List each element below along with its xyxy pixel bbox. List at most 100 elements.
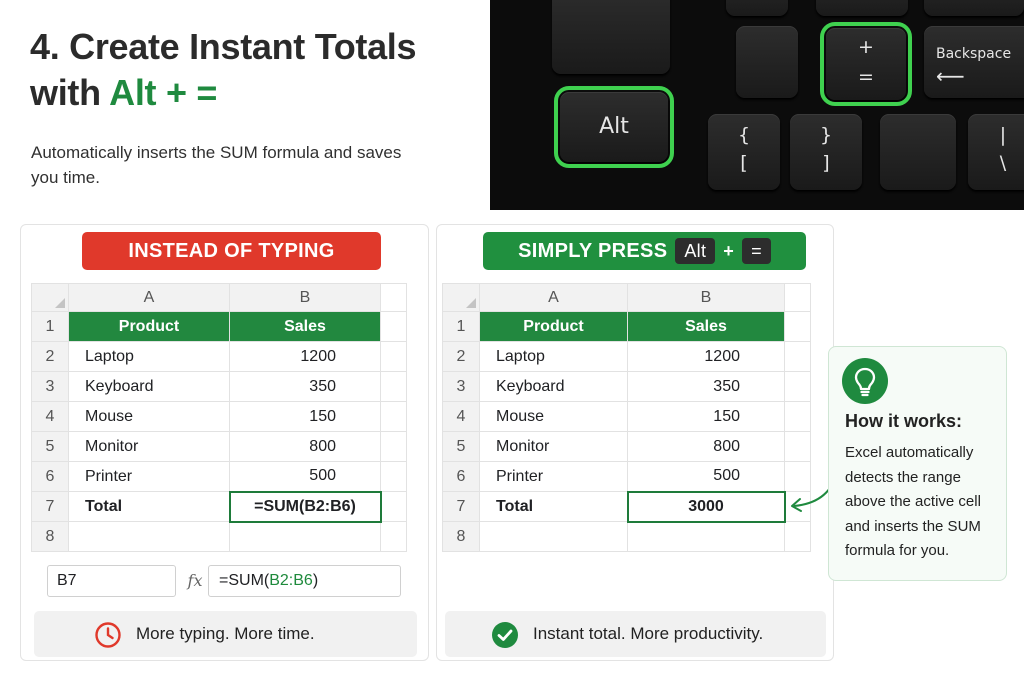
cell-empty[interactable] — [229, 521, 381, 552]
cell-sales[interactable]: 500 — [229, 461, 381, 492]
cell-product[interactable]: Printer — [479, 461, 628, 492]
brace-close-label: } — [819, 124, 833, 146]
cell-product[interactable]: Keyboard — [68, 371, 230, 402]
cell-product[interactable]: Monitor — [479, 431, 628, 462]
select-all-corner[interactable] — [442, 283, 480, 312]
row-header[interactable]: 5 — [31, 431, 69, 462]
cell-product[interactable]: Laptop — [68, 341, 230, 372]
cell-a1-product-header[interactable]: Product — [479, 311, 628, 342]
cell-product[interactable]: Mouse — [68, 401, 230, 432]
row-header[interactable]: 1 — [442, 311, 480, 342]
simply-press-text: SIMPLY PRESS — [518, 240, 668, 262]
cell-total-label[interactable]: Total — [479, 491, 628, 522]
cell-sales[interactable]: 1200 — [229, 341, 381, 372]
plus-key-label: + — [858, 36, 874, 58]
cell-sales[interactable]: 500 — [627, 461, 785, 492]
cell-tail — [380, 491, 407, 522]
row-header[interactable]: 8 — [442, 521, 480, 552]
row-header[interactable]: 4 — [31, 401, 69, 432]
cell-tail — [784, 431, 811, 462]
tip-body: Excel automatically detects the range ab… — [845, 444, 981, 559]
column-header-a[interactable]: A — [68, 283, 230, 312]
cell-tail — [784, 371, 811, 402]
page-title: 4. Create Instant Totals with Alt + = — [30, 24, 417, 116]
bracket-open-label: [ — [740, 152, 748, 174]
equals-key-chip: = — [742, 238, 771, 264]
cell-sales[interactable]: 800 — [627, 431, 785, 462]
column-header-extra — [784, 283, 811, 312]
cell-empty[interactable] — [68, 521, 230, 552]
cell-b1-sales-header[interactable]: Sales — [229, 311, 381, 342]
cell-sales[interactable]: 1200 — [627, 341, 785, 372]
cell-empty[interactable] — [627, 521, 785, 552]
cell-product[interactable]: Printer — [68, 461, 230, 492]
cell-product[interactable]: Laptop — [479, 341, 628, 372]
tip-title: How it works: — [845, 411, 963, 431]
row-header[interactable]: 5 — [442, 431, 480, 462]
title-prefix: with — [30, 72, 110, 113]
backspace-key: Backspace ⟵ — [924, 26, 1024, 98]
column-header-b[interactable]: B — [229, 283, 381, 312]
cell-b7-total-result[interactable]: 3000 — [626, 490, 786, 523]
keyboard-photo: Alt + = Backspace ⟵ { [ } ] | \ — [490, 0, 1024, 210]
title-line-2: with Alt + = — [30, 70, 416, 116]
formula-range: B2:B6 — [269, 572, 313, 589]
alt-key-chip: Alt — [675, 238, 716, 264]
pipe-label: | — [999, 124, 1007, 146]
cell-sales[interactable]: 800 — [229, 431, 381, 462]
title-shortcut: Alt + = — [109, 72, 218, 113]
row-header[interactable]: 2 — [442, 341, 480, 372]
select-all-corner[interactable] — [31, 283, 69, 312]
row-header[interactable]: 6 — [31, 461, 69, 492]
row-header[interactable]: 1 — [31, 311, 69, 342]
cell-sales[interactable]: 150 — [229, 401, 381, 432]
instead-of-typing-panel: INSTEAD OF TYPING A B 1 Product Sales 2 … — [20, 224, 429, 661]
row-header[interactable]: 3 — [31, 371, 69, 402]
check-circle-icon — [492, 622, 518, 648]
right-footer: Instant total. More productivity. — [445, 611, 826, 657]
key-top-row-1 — [726, 0, 788, 16]
right-footer-text: Instant total. More productivity. — [533, 624, 764, 643]
cell-tail — [380, 371, 407, 402]
cell-b7-formula[interactable]: =SUM(B2:B6) — [228, 490, 382, 523]
cell-product[interactable]: Keyboard — [479, 371, 628, 402]
how-it-works-card: How it works: Excel automatically detect… — [828, 346, 1007, 581]
cell-empty[interactable] — [479, 521, 628, 552]
row-header[interactable]: 7 — [31, 491, 69, 522]
cell-total-label[interactable]: Total — [68, 491, 230, 522]
name-box[interactable]: B7 — [47, 565, 176, 597]
lightbulb-icon — [842, 358, 888, 404]
row-header[interactable]: 4 — [442, 401, 480, 432]
cell-tail — [784, 521, 811, 552]
row-header[interactable]: 6 — [442, 461, 480, 492]
cell-tail — [380, 311, 407, 342]
cell-b1-sales-header[interactable]: Sales — [627, 311, 785, 342]
backslash-key: | \ — [968, 114, 1024, 190]
key-p — [880, 114, 956, 190]
column-header-b[interactable]: B — [627, 283, 785, 312]
formula-input[interactable]: =SUM(B2:B6) — [208, 565, 401, 597]
cell-sales[interactable]: 150 — [627, 401, 785, 432]
cell-product[interactable]: Mouse — [479, 401, 628, 432]
cell-sales[interactable]: 350 — [627, 371, 785, 402]
plus-sign: + — [723, 241, 735, 261]
cell-tail — [380, 461, 407, 492]
left-footer: More typing. More time. — [34, 611, 417, 657]
bracket-close-key: } ] — [790, 114, 862, 190]
row-header[interactable]: 7 — [442, 491, 480, 522]
row-header[interactable]: 2 — [31, 341, 69, 372]
instead-of-typing-banner: INSTEAD OF TYPING — [82, 232, 381, 270]
key-top-row-3 — [924, 0, 1024, 16]
cell-tail — [784, 341, 811, 372]
row-header[interactable]: 8 — [31, 521, 69, 552]
cell-a1-product-header[interactable]: Product — [68, 311, 230, 342]
cell-product[interactable]: Monitor — [68, 431, 230, 462]
cell-tail — [380, 341, 407, 372]
row-header[interactable]: 3 — [442, 371, 480, 402]
spreadsheet-right: A B 1 Product Sales 2 Laptop 1200 3 Keyb… — [442, 283, 811, 552]
fx-icon[interactable]: fx — [183, 565, 207, 597]
cell-sales[interactable]: 350 — [229, 371, 381, 402]
column-header-a[interactable]: A — [479, 283, 628, 312]
cell-tail — [380, 431, 407, 462]
cell-tail — [784, 401, 811, 432]
